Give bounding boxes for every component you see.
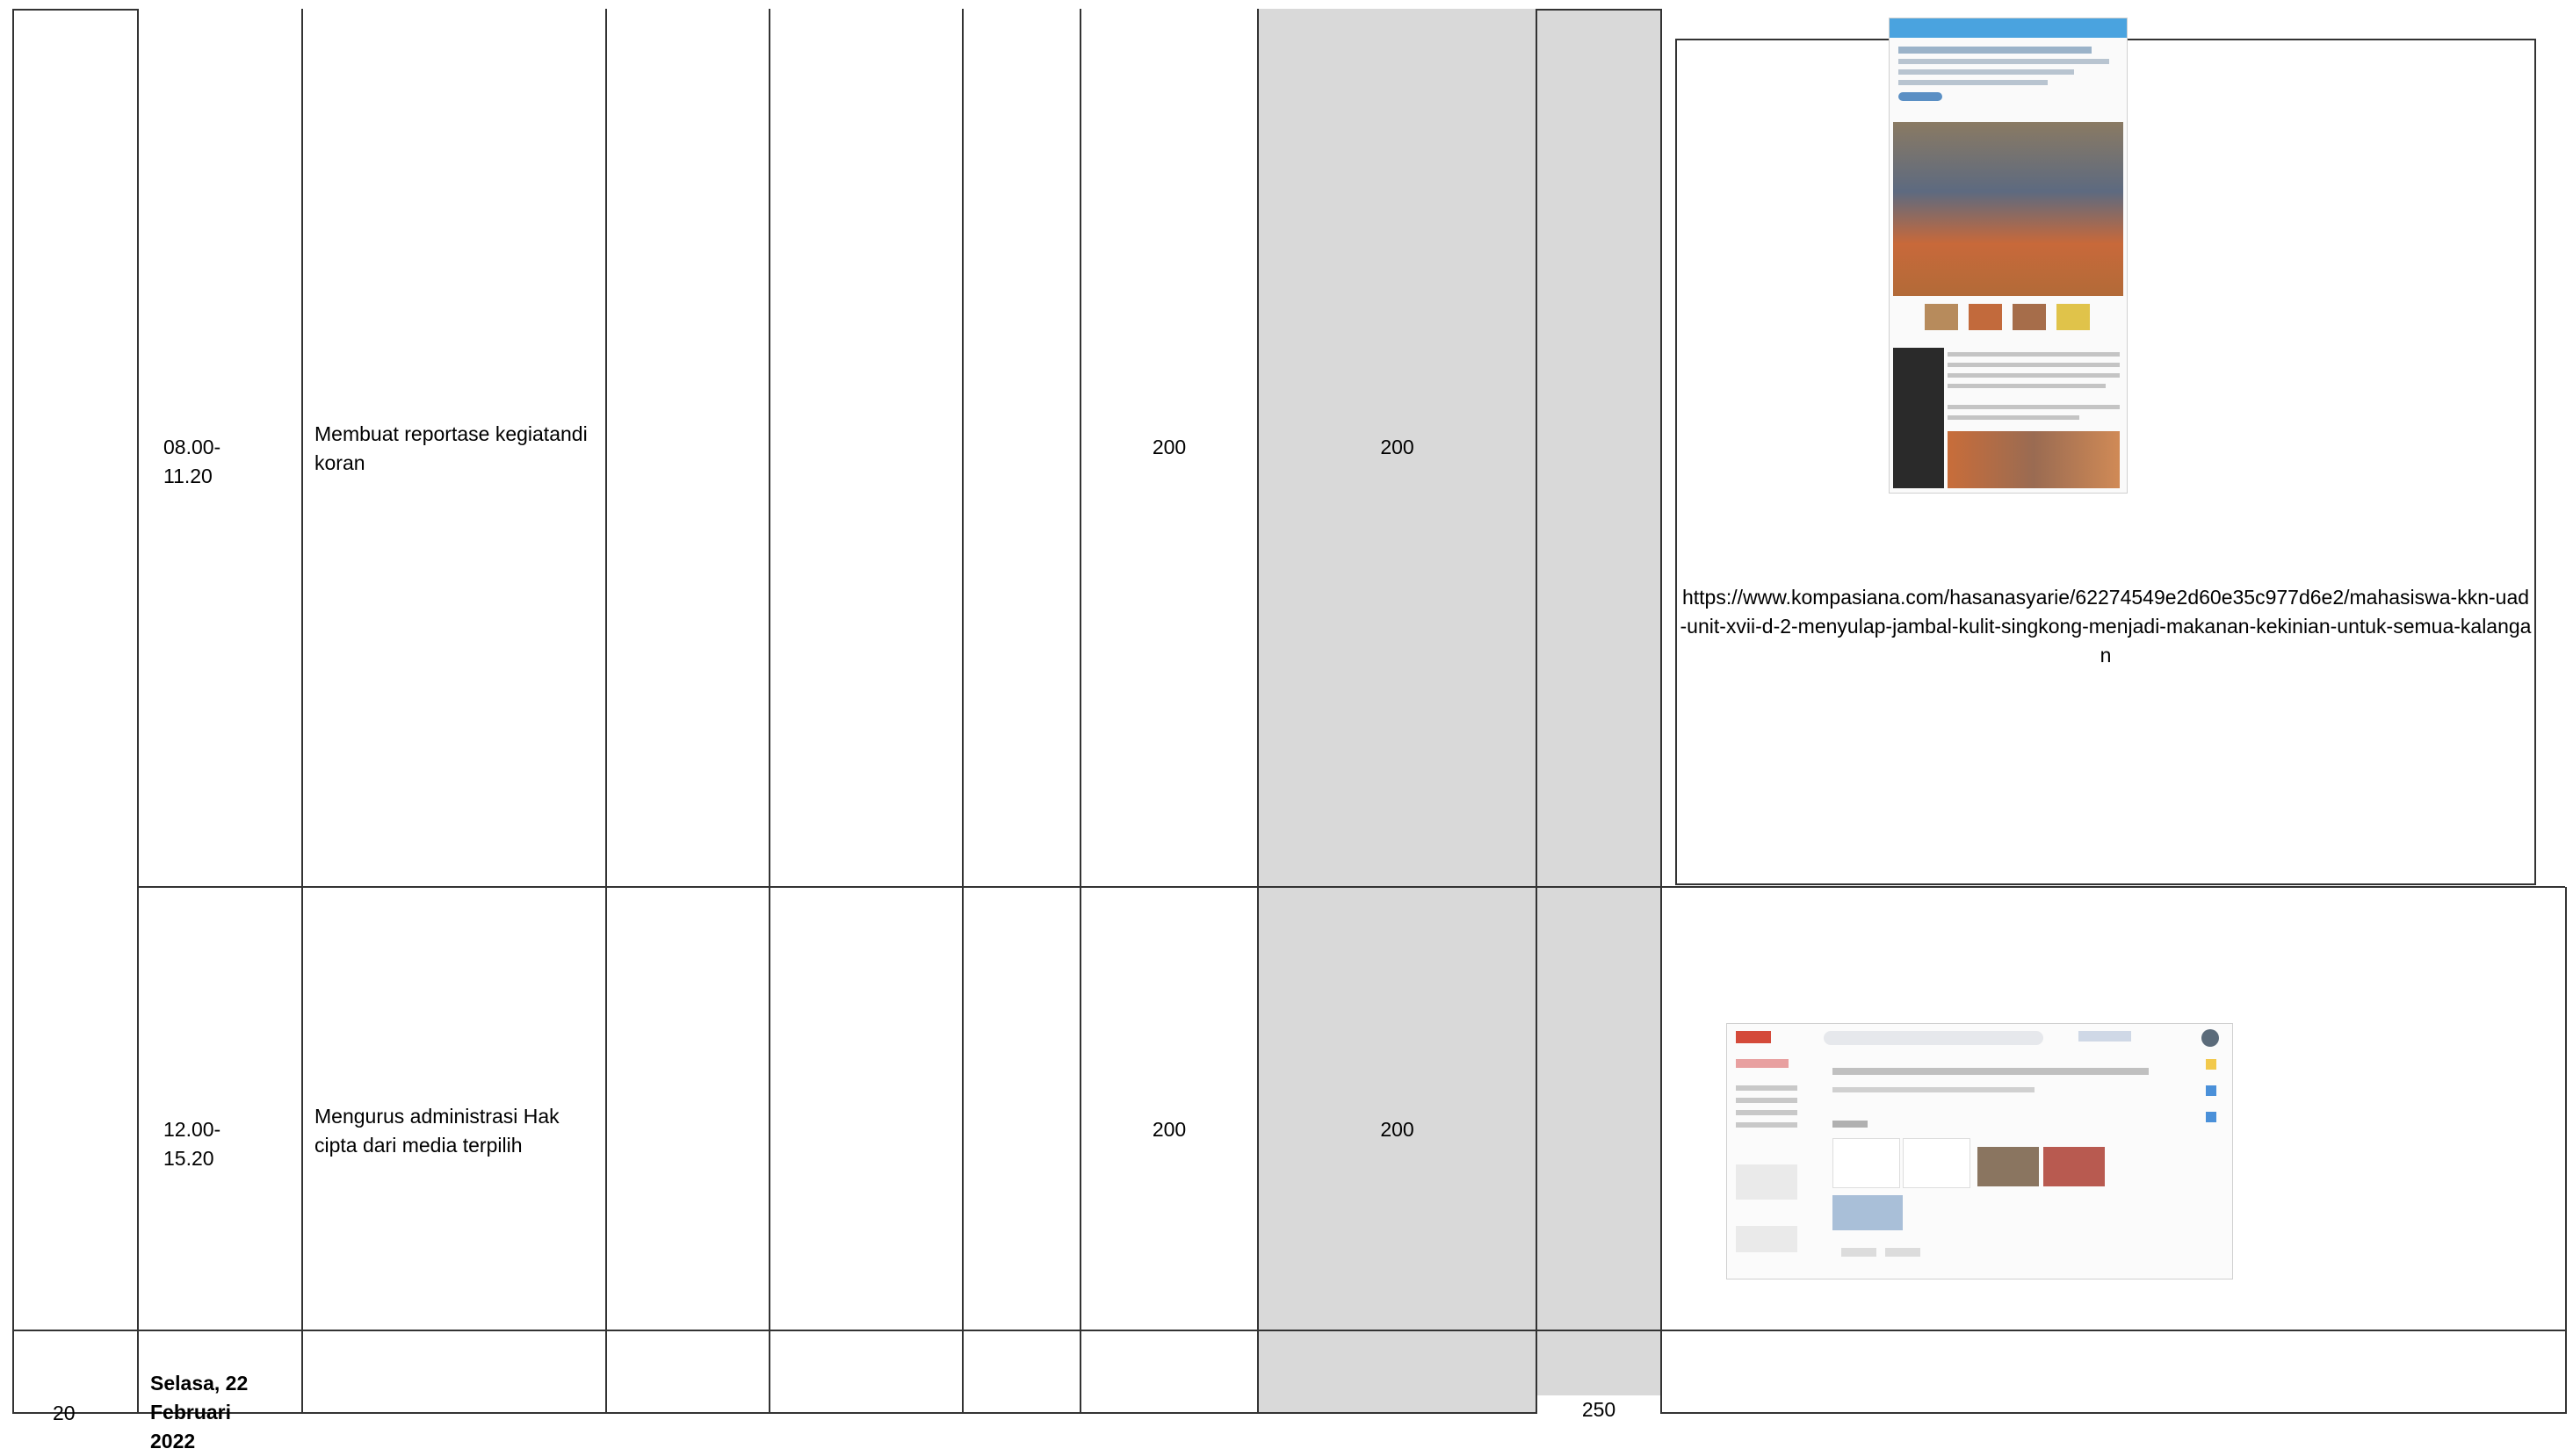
- grid-line: [12, 9, 139, 11]
- row-2-time: 12.00- 15.20: [163, 1118, 221, 1170]
- grid-line: [12, 1412, 2565, 1414]
- shaded-column-1: [1259, 9, 1536, 1414]
- grid-line: [301, 9, 303, 1414]
- row-2-activity: Mengurus administrasi Hak cipta dari med…: [314, 1105, 560, 1157]
- grid-line: [12, 9, 14, 1414]
- grid-line: [137, 9, 139, 1414]
- grid-line: [962, 9, 964, 1414]
- row-date: Selasa, 22 Februari 2022: [150, 1372, 249, 1452]
- evidence-url[interactable]: https://www.kompasiana.com/hasanasyarie/…: [1680, 583, 2532, 670]
- grid-line: [769, 9, 770, 1414]
- row-total: 250: [1537, 1395, 1660, 1424]
- row-1-time: 08.00- 11.20: [163, 436, 221, 487]
- shaded-column-2: [1537, 9, 1660, 1414]
- grid-line: [1536, 9, 1662, 11]
- row-1-value-b: 200: [1380, 436, 1414, 458]
- email-screenshot: [1726, 1023, 2233, 1279]
- row-2-value-a: 200: [1152, 1118, 1187, 1141]
- grid-line: [1080, 9, 1081, 1414]
- row-2-value-b: 200: [1380, 1118, 1414, 1141]
- grid-line: [12, 1330, 2565, 1331]
- grid-line: [1257, 9, 1259, 1414]
- grid-line: [605, 9, 607, 1414]
- row-number: 20: [53, 1402, 76, 1424]
- row-1-value-a: 200: [1152, 436, 1187, 458]
- grid-line: [137, 886, 2565, 888]
- grid-line: [2565, 887, 2567, 1414]
- grid-line: [1660, 9, 1662, 1414]
- row-1-activity: Membuat reportase kegiatandi koran: [314, 422, 588, 474]
- grid-line: [1536, 9, 1537, 1414]
- news-article-screenshot: [1889, 18, 2128, 494]
